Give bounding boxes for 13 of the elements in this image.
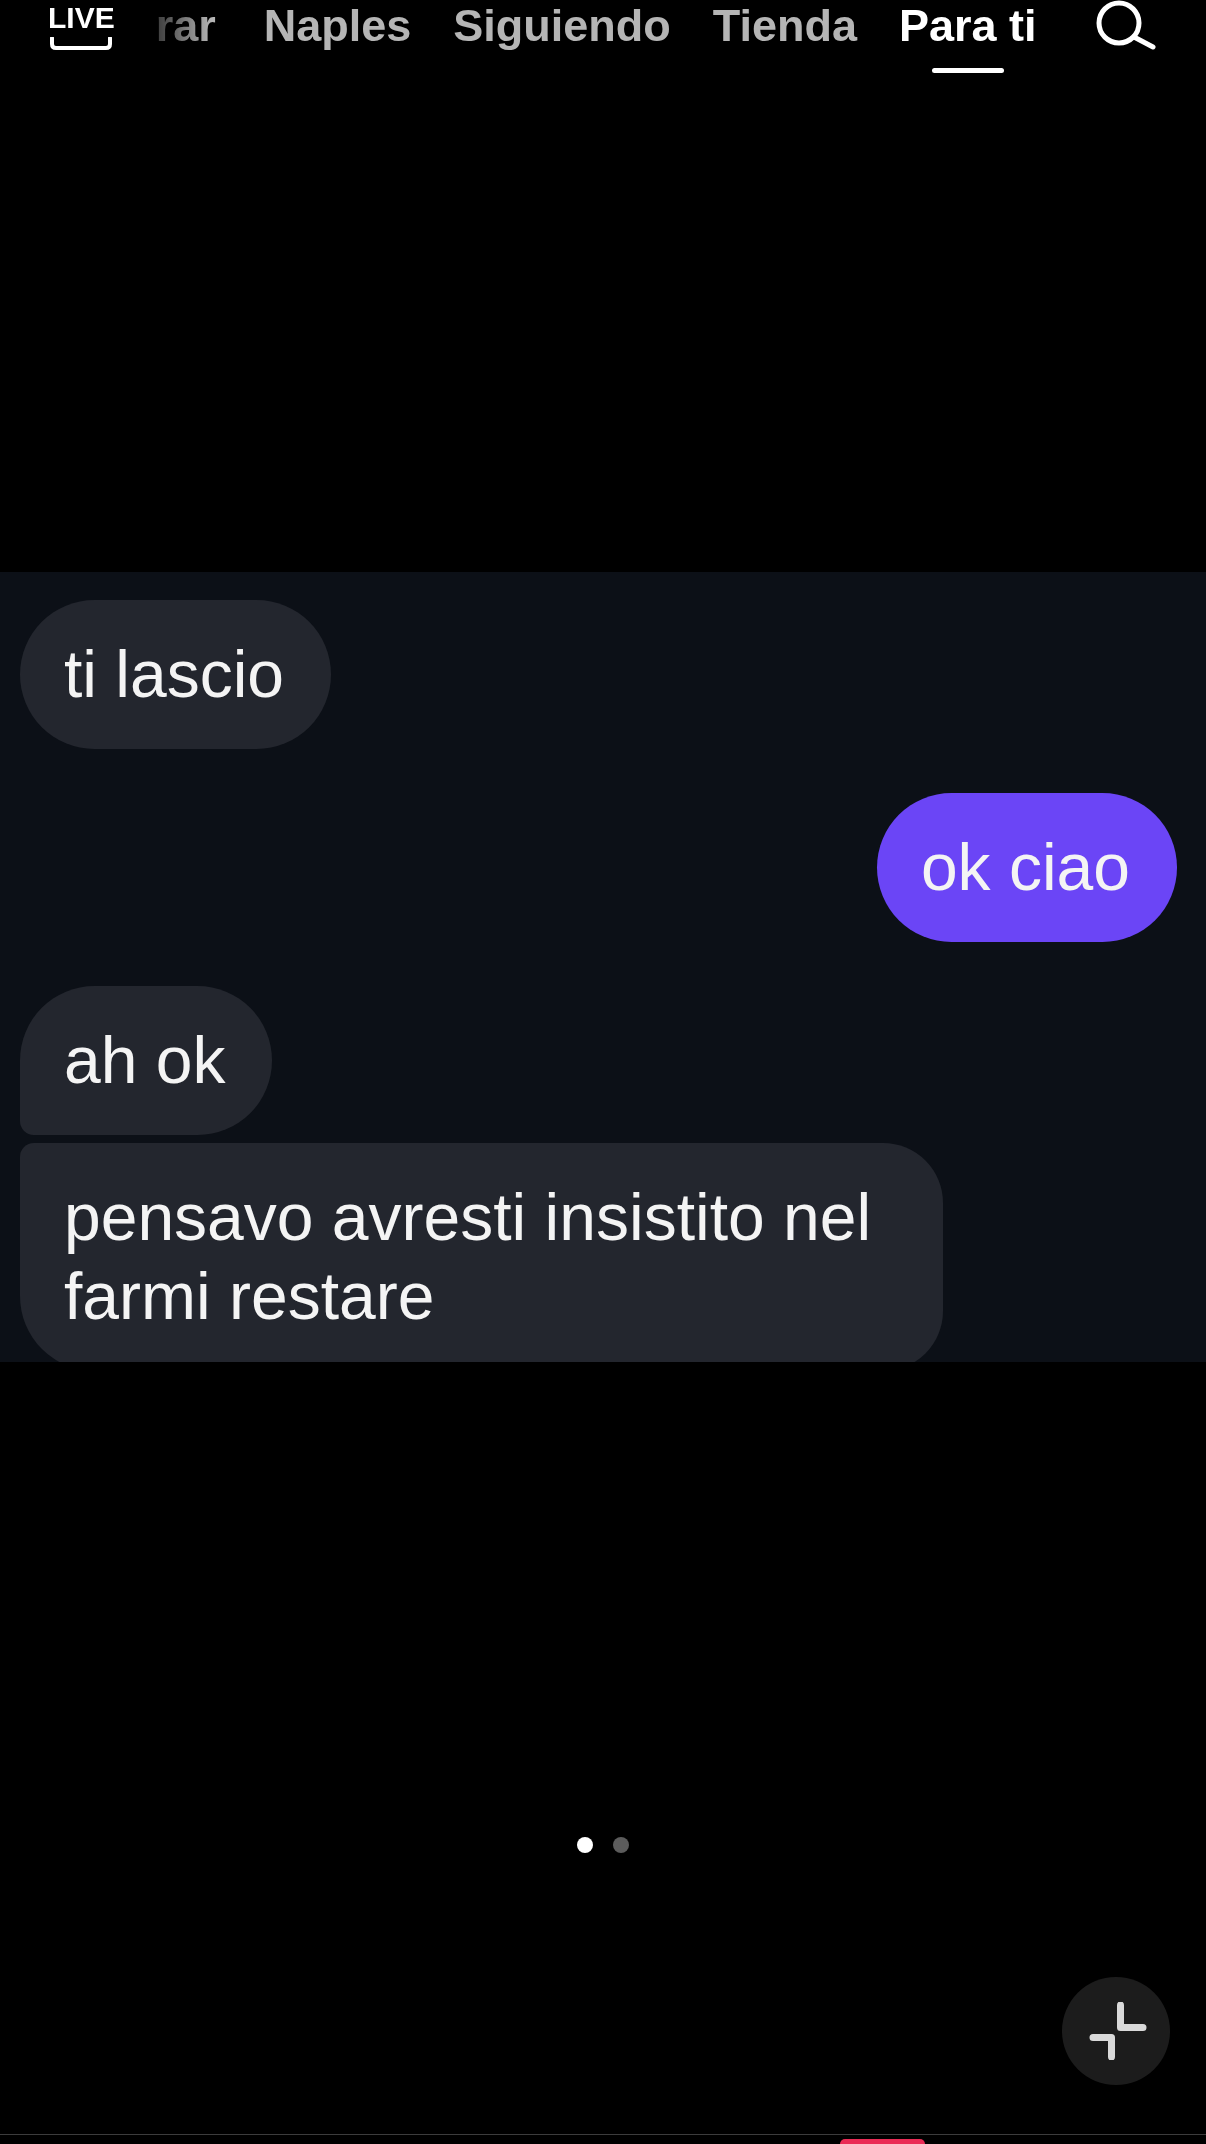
message-bubble: ti lascio [20, 600, 332, 749]
message-bubble: ok ciao [876, 793, 1177, 942]
message-bubble: ah ok [20, 986, 273, 1135]
bottom-nav-button[interactable] [840, 2139, 925, 2144]
nav-tab[interactable]: Para ti [899, 0, 1037, 73]
bracket-icon [49, 37, 114, 50]
live-button[interactable]: LIVE [48, 0, 115, 50]
nav-tab[interactable]: rar [149, 0, 222, 73]
nav-tab[interactable]: Siguiendo [453, 0, 671, 73]
collapse-icon [1089, 2002, 1147, 2060]
nav-tab[interactable]: Tienda [712, 0, 857, 73]
message-bubble: pensavo avresti insistito nel farmi restare [20, 1143, 943, 1362]
nav-tab[interactable]: Naples [263, 0, 412, 73]
